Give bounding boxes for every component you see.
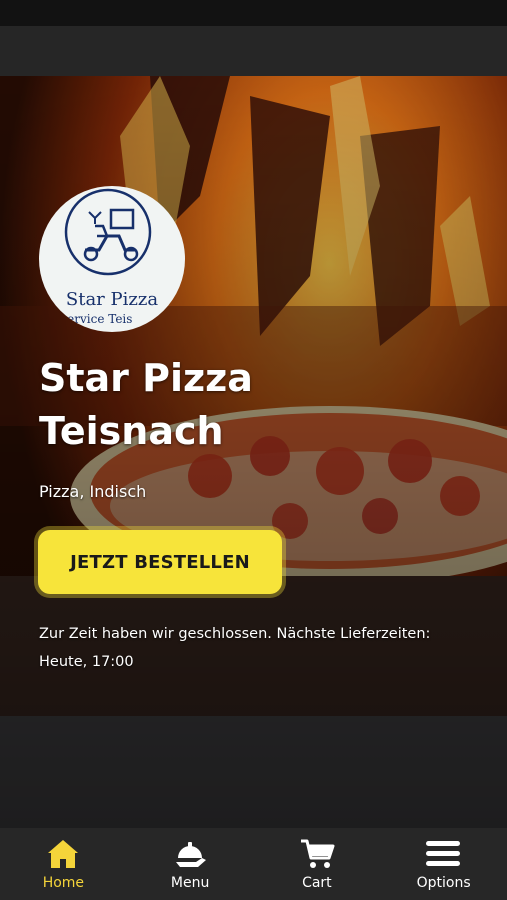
bottom-navigation: Home Menu Cart Options (0, 828, 507, 900)
nav-home[interactable]: Home (0, 828, 127, 900)
delivery-scooter-icon (64, 188, 152, 276)
logo-subtitle: servіce Teis (61, 312, 133, 326)
closed-status-text: Zur Zeit haben wir geschlossen. Nächste … (39, 626, 431, 670)
cart-icon (300, 839, 334, 868)
nav-menu-label: Menu (170, 875, 210, 891)
nav-cart[interactable]: Cart (254, 828, 381, 900)
order-now-label: JETZT BESTELLEN (38, 530, 282, 594)
status-bar (0, 0, 507, 76)
restaurant-logo: Star Pizza servіce Teis (39, 186, 185, 332)
nav-menu[interactable]: Menu (127, 828, 254, 900)
cloche-icon (175, 842, 206, 867)
cuisine-tags: Pizza, Indisch (39, 482, 147, 501)
restaurant-name: Star Pizza Teisnach (39, 356, 253, 453)
order-now-button[interactable]: JETZT BESTELLEN (34, 526, 286, 598)
nav-options-label: Options (416, 875, 471, 891)
nav-cart-label: Cart (302, 875, 332, 891)
hamburger-menu-icon (426, 841, 461, 866)
nav-home-label: Home (42, 875, 85, 891)
logo-name: Star Pizza (65, 289, 159, 310)
nav-options[interactable]: Options (380, 828, 507, 900)
home-icon (48, 840, 78, 868)
